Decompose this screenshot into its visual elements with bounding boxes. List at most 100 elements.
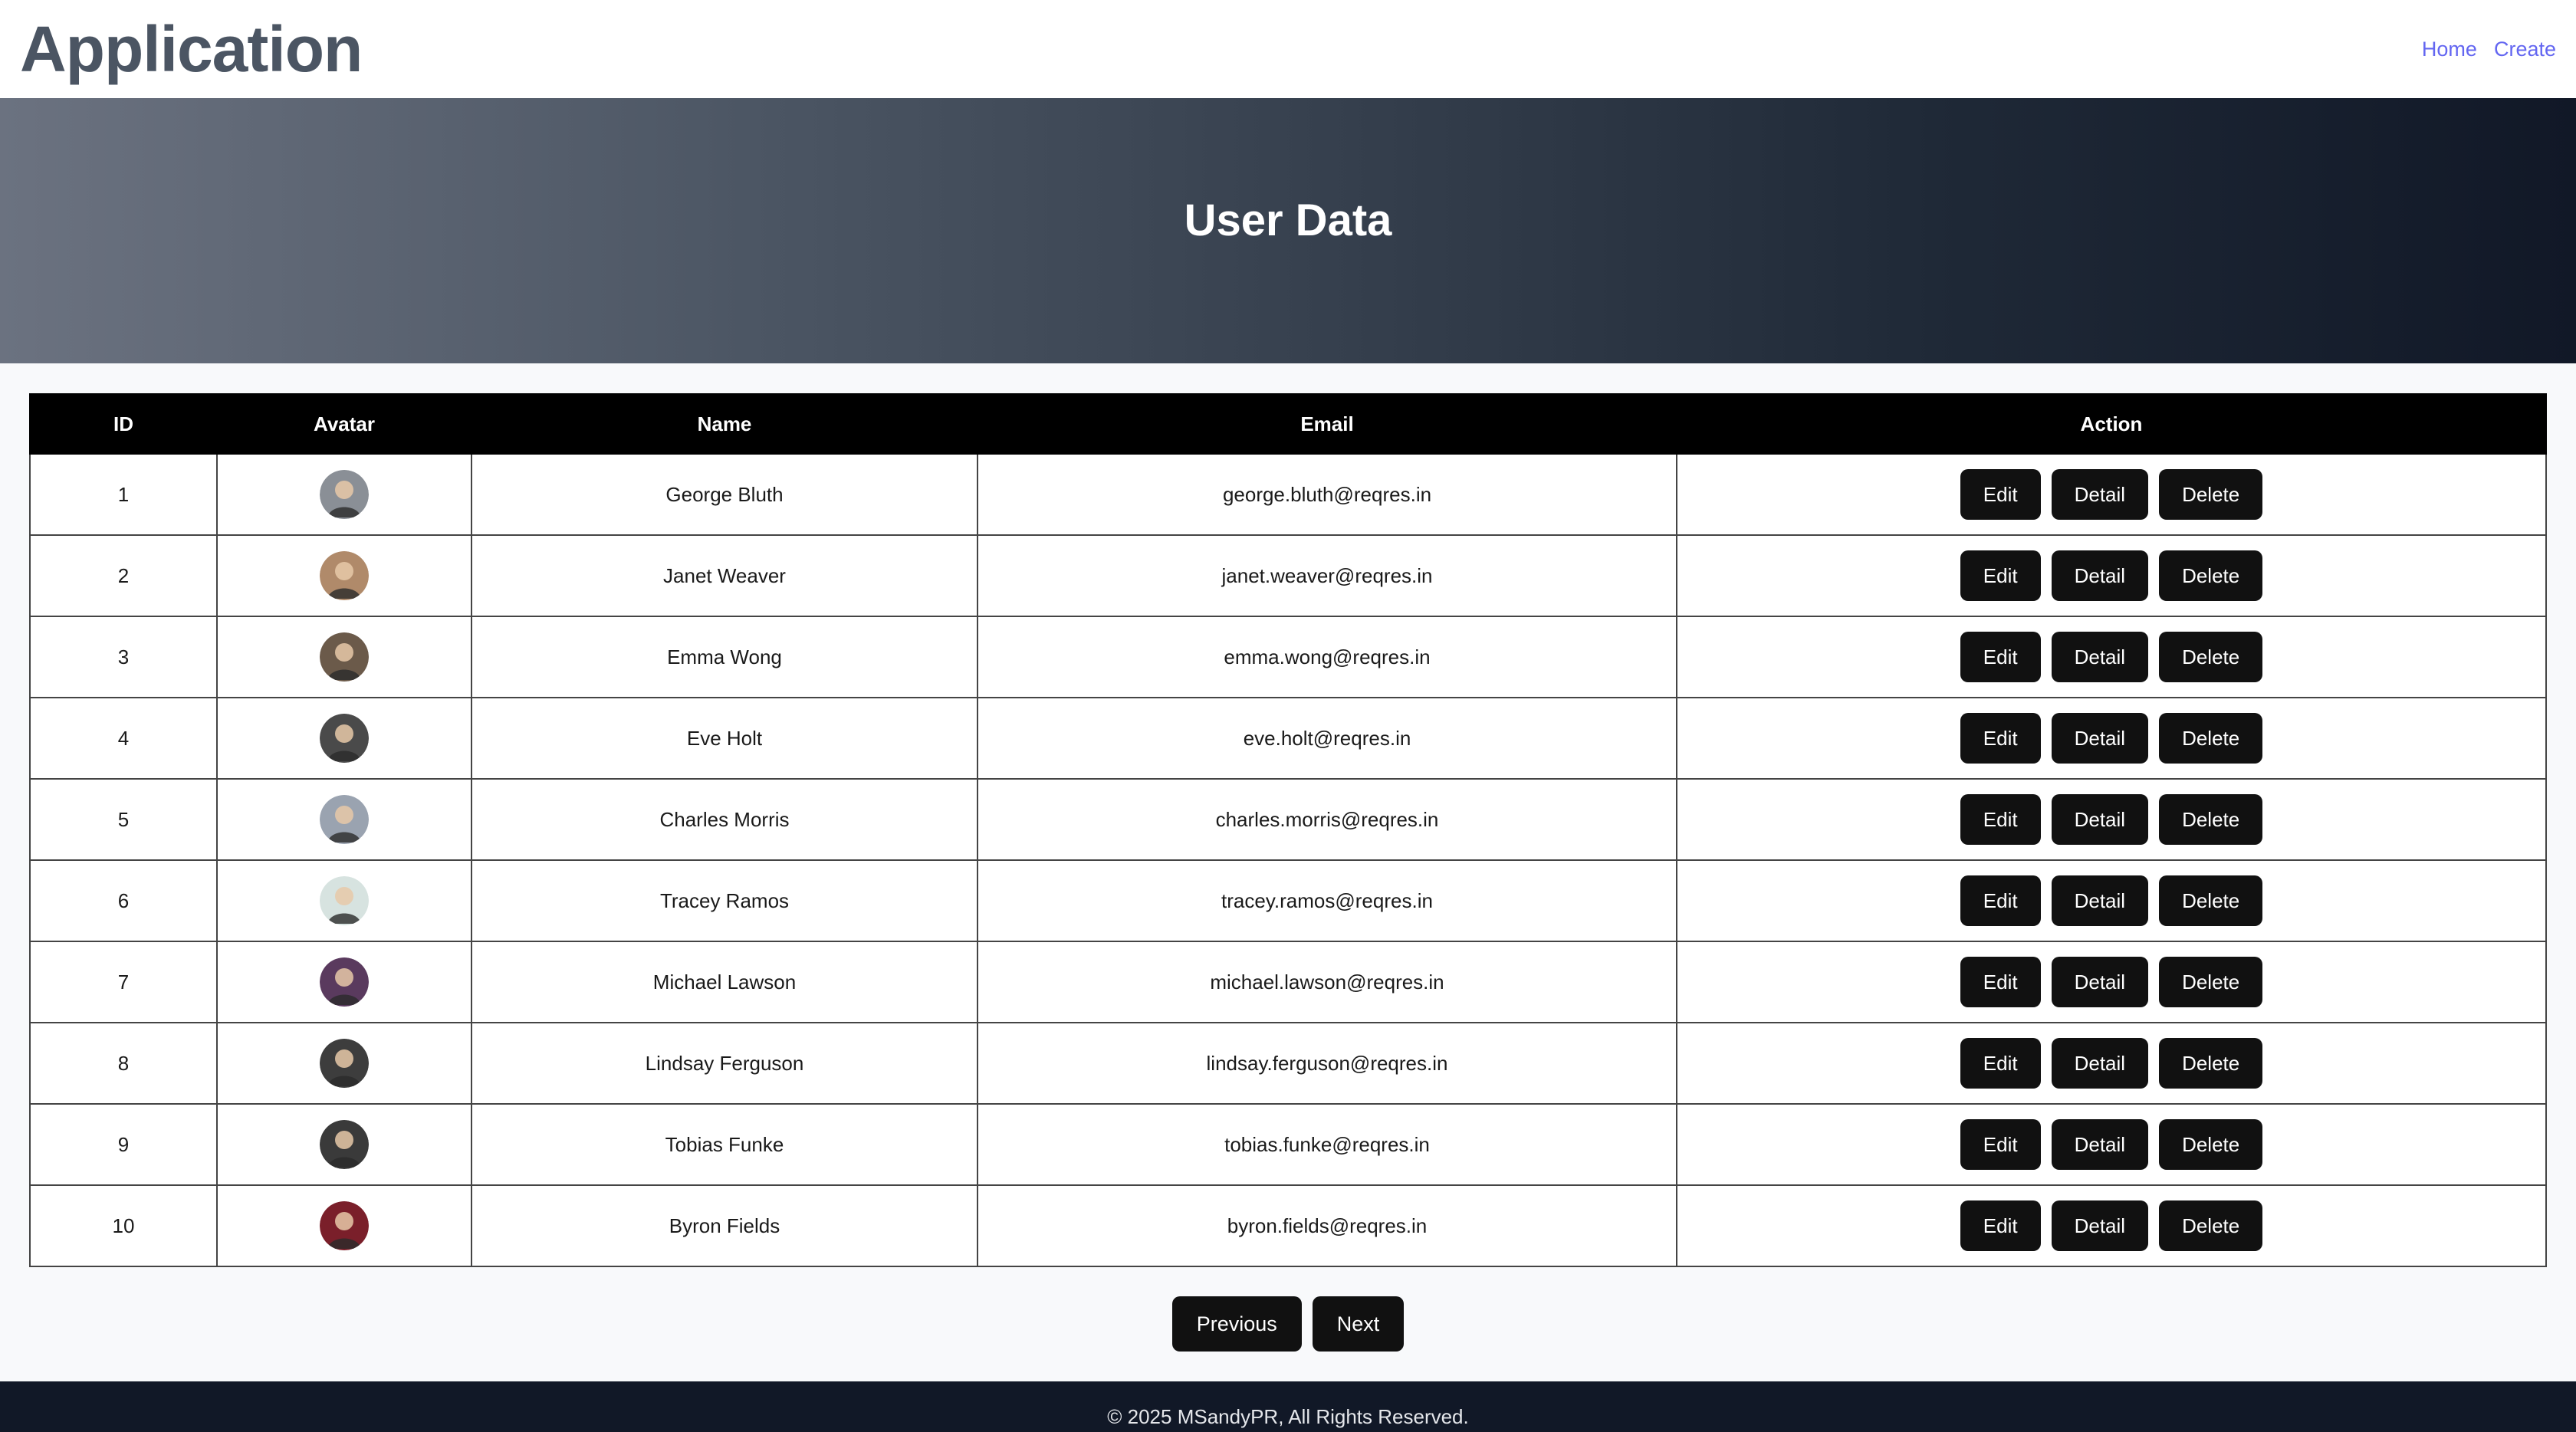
- column-header-id: ID: [29, 393, 218, 455]
- cell-id: 4: [29, 697, 218, 780]
- app-title: Application: [20, 13, 363, 85]
- cell-actions: Edit Detail Delete: [1676, 616, 2547, 698]
- edit-button[interactable]: Edit: [1960, 794, 2041, 845]
- footer: © 2025 MSandyPR, All Rights Reserved.: [0, 1381, 2576, 1432]
- edit-button[interactable]: Edit: [1960, 469, 2041, 520]
- detail-button[interactable]: Detail: [2051, 957, 2149, 1007]
- previous-page-button[interactable]: Previous: [1171, 1296, 1302, 1352]
- delete-button[interactable]: Delete: [2159, 469, 2263, 520]
- avatar: [320, 1039, 369, 1088]
- delete-button[interactable]: Delete: [2159, 875, 2263, 926]
- detail-button[interactable]: Detail: [2051, 469, 2149, 520]
- detail-button[interactable]: Detail: [2051, 1119, 2149, 1170]
- table-row: 4 Eve Holt eve.holt@reqres.in Edit Detai…: [29, 697, 2547, 780]
- detail-button[interactable]: Detail: [2051, 794, 2149, 845]
- copyright-text: © 2025 MSandyPR, All Rights Reserved.: [1107, 1405, 1469, 1428]
- avatar: [320, 1201, 369, 1250]
- cell-actions: Edit Detail Delete: [1676, 941, 2547, 1023]
- cell-email: eve.holt@reqres.in: [977, 697, 1677, 780]
- avatar-icon: [320, 470, 369, 519]
- table-row: 9 Tobias Funke tobias.funke@reqres.in Ed…: [29, 1103, 2547, 1186]
- avatar-icon: [320, 1120, 369, 1169]
- column-header-action: Action: [1676, 393, 2547, 455]
- delete-button[interactable]: Delete: [2159, 1038, 2263, 1089]
- nav-link-home[interactable]: Home: [2422, 38, 2477, 61]
- delete-button[interactable]: Delete: [2159, 632, 2263, 682]
- top-nav: Home Create: [2422, 38, 2556, 61]
- edit-button[interactable]: Edit: [1960, 875, 2041, 926]
- cell-id: 5: [29, 778, 218, 861]
- edit-button[interactable]: Edit: [1960, 550, 2041, 601]
- cell-actions: Edit Detail Delete: [1676, 453, 2547, 536]
- detail-button[interactable]: Detail: [2051, 632, 2149, 682]
- table-row: 8 Lindsay Ferguson lindsay.ferguson@reqr…: [29, 1022, 2547, 1105]
- edit-button[interactable]: Edit: [1960, 1038, 2041, 1089]
- avatar-icon: [320, 551, 369, 600]
- next-page-button[interactable]: Next: [1312, 1296, 1405, 1352]
- cell-actions: Edit Detail Delete: [1676, 859, 2547, 942]
- row-actions: Edit Detail Delete: [1960, 957, 2263, 1007]
- cell-name: Byron Fields: [471, 1184, 978, 1267]
- delete-button[interactable]: Delete: [2159, 794, 2263, 845]
- detail-button[interactable]: Detail: [2051, 713, 2149, 764]
- cell-name: Janet Weaver: [471, 534, 978, 617]
- row-actions: Edit Detail Delete: [1960, 632, 2263, 682]
- cell-id: 8: [29, 1022, 218, 1105]
- column-header-avatar: Avatar: [216, 393, 472, 455]
- edit-button[interactable]: Edit: [1960, 957, 2041, 1007]
- detail-button[interactable]: Detail: [2051, 550, 2149, 601]
- table-row: 6 Tracey Ramos tracey.ramos@reqres.in Ed…: [29, 859, 2547, 942]
- detail-button[interactable]: Detail: [2051, 875, 2149, 926]
- avatar-icon: [320, 1201, 369, 1250]
- edit-button[interactable]: Edit: [1960, 1119, 2041, 1170]
- cell-id: 7: [29, 941, 218, 1023]
- table-header-row: ID Avatar Name Email Action: [29, 393, 2547, 455]
- row-actions: Edit Detail Delete: [1960, 550, 2263, 601]
- cell-name: Charles Morris: [471, 778, 978, 861]
- cell-email: george.bluth@reqres.in: [977, 453, 1677, 536]
- cell-avatar: [216, 859, 472, 942]
- cell-email: charles.morris@reqres.in: [977, 778, 1677, 861]
- column-header-name: Name: [471, 393, 978, 455]
- avatar-icon: [320, 795, 369, 844]
- edit-button[interactable]: Edit: [1960, 1200, 2041, 1251]
- detail-button[interactable]: Detail: [2051, 1200, 2149, 1251]
- user-table: ID Avatar Name Email Action 1 George Blu…: [29, 393, 2547, 1267]
- delete-button[interactable]: Delete: [2159, 550, 2263, 601]
- cell-avatar: [216, 1103, 472, 1186]
- avatar: [320, 876, 369, 925]
- cell-email: lindsay.ferguson@reqres.in: [977, 1022, 1677, 1105]
- cell-actions: Edit Detail Delete: [1676, 697, 2547, 780]
- cell-avatar: [216, 778, 472, 861]
- cell-id: 9: [29, 1103, 218, 1186]
- cell-name: Tobias Funke: [471, 1103, 978, 1186]
- cell-id: 10: [29, 1184, 218, 1267]
- row-actions: Edit Detail Delete: [1960, 713, 2263, 764]
- avatar-icon: [320, 1039, 369, 1088]
- cell-id: 3: [29, 616, 218, 698]
- cell-avatar: [216, 1022, 472, 1105]
- cell-email: emma.wong@reqres.in: [977, 616, 1677, 698]
- avatar-icon: [320, 632, 369, 682]
- delete-button[interactable]: Delete: [2159, 713, 2263, 764]
- delete-button[interactable]: Delete: [2159, 1119, 2263, 1170]
- avatar-icon: [320, 957, 369, 1007]
- column-header-email: Email: [977, 393, 1677, 455]
- row-actions: Edit Detail Delete: [1960, 1038, 2263, 1089]
- table-body: 1 George Bluth george.bluth@reqres.in Ed…: [29, 453, 2547, 1267]
- edit-button[interactable]: Edit: [1960, 713, 2041, 764]
- delete-button[interactable]: Delete: [2159, 957, 2263, 1007]
- page-title: User Data: [1184, 195, 1392, 245]
- cell-id: 2: [29, 534, 218, 617]
- edit-button[interactable]: Edit: [1960, 632, 2041, 682]
- cell-actions: Edit Detail Delete: [1676, 1022, 2547, 1105]
- cell-email: michael.lawson@reqres.in: [977, 941, 1677, 1023]
- avatar: [320, 795, 369, 844]
- delete-button[interactable]: Delete: [2159, 1200, 2263, 1251]
- avatar: [320, 714, 369, 763]
- table-row: 10 Byron Fields byron.fields@reqres.in E…: [29, 1184, 2547, 1267]
- avatar: [320, 957, 369, 1007]
- cell-id: 6: [29, 859, 218, 942]
- nav-link-create[interactable]: Create: [2494, 38, 2556, 61]
- detail-button[interactable]: Detail: [2051, 1038, 2149, 1089]
